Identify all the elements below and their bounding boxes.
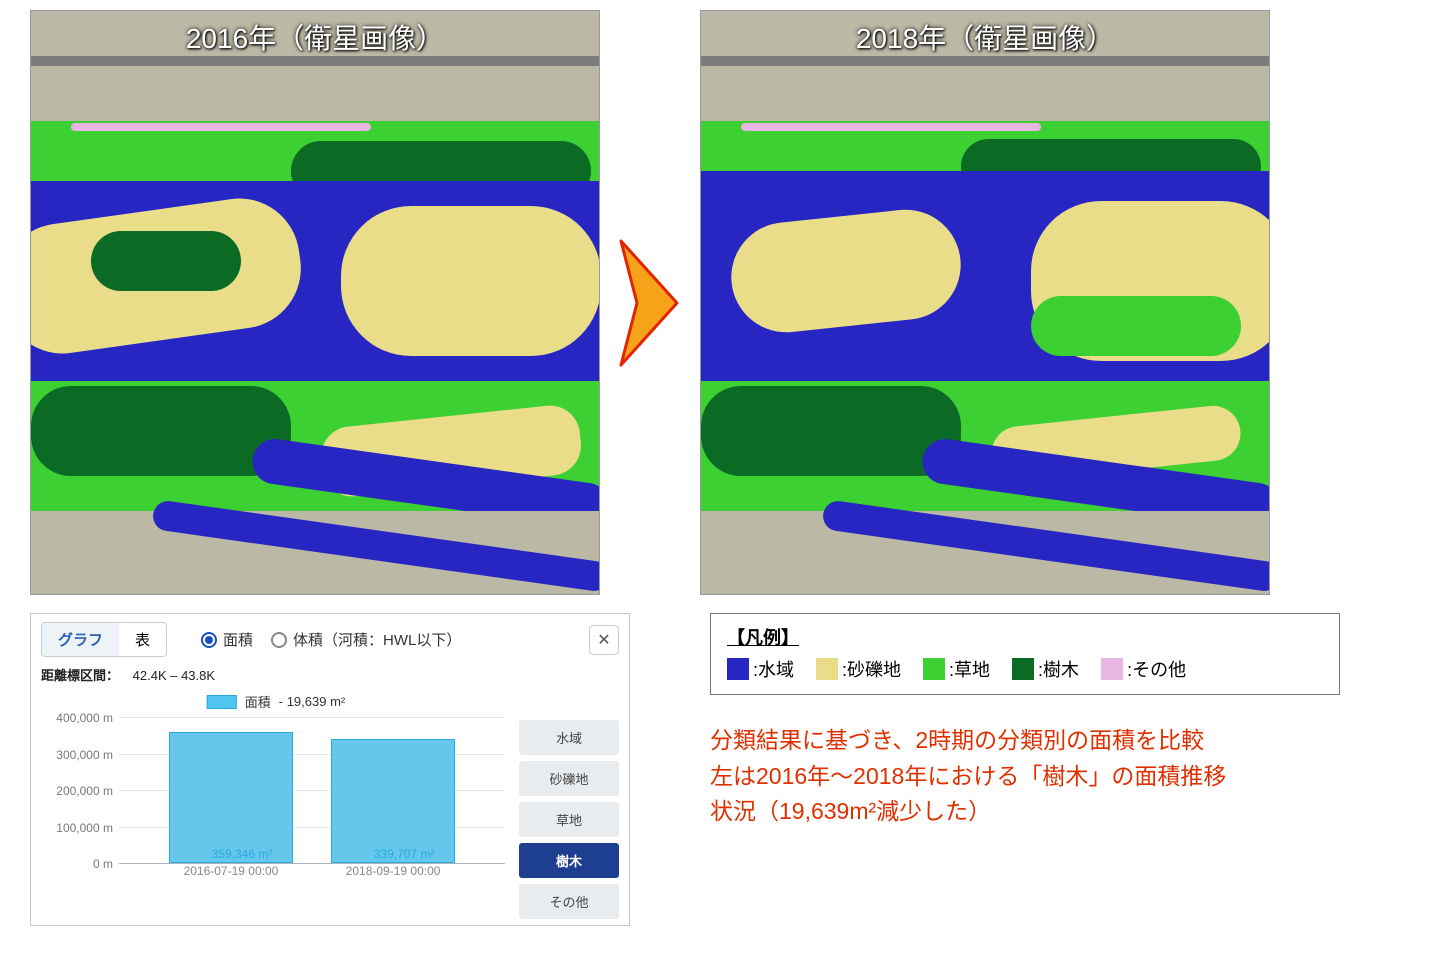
map-left-title: 2016年（衛星画像） [186,17,444,57]
chart-panel: グラフ 表 面積 体積（河積：HWL以下） ✕ 距離標区間： 42.4K – 4… [30,613,630,926]
view-tabs: グラフ 表 [41,622,167,657]
caption-line: 分類結果に基づき、2時期の分類別の面積を比較 [710,723,1410,759]
distance-label: 距離標区間： [41,668,119,683]
bar-label: 359,346 m² [212,847,273,861]
legend-water: :水域 [727,656,794,682]
map-right-title: 2018年（衛星画像） [856,17,1114,57]
tab-table[interactable]: 表 [119,623,166,656]
close-icon: ✕ [597,630,610,650]
swatch-trees-icon [1012,658,1034,680]
metric-radios: 面積 体積（河積：HWL以下） [201,629,461,650]
legend-diff: - 19,639 m² [279,694,345,709]
swatch-grass-icon [923,658,945,680]
right-column: 【凡例】 :水域 :砂礫地 :草地 :樹木 :その他 分類結果に基づき、2時期の… [710,613,1410,830]
legend-gravel: :砂礫地 [816,656,901,682]
close-button[interactable]: ✕ [589,625,619,655]
radio-volume[interactable]: 体積（河積：HWL以下） [271,629,461,650]
chart-wrap: 面積 - 19,639 m² 400,000 m 300,000 m 200,0… [41,692,619,919]
caption-line: 左は2016年～2018年における「樹木」の面積推移 [710,759,1410,795]
bar-label: 339,707 m² [374,847,435,861]
caption: 分類結果に基づき、2時期の分類別の面積を比較 左は2016年～2018年における… [710,723,1410,830]
cat-trees[interactable]: 樹木 [519,843,619,878]
ytick: 300,000 m [56,748,113,762]
chart-area: 面積 - 19,639 m² 400,000 m 300,000 m 200,0… [41,692,511,882]
y-axis: 400,000 m 300,000 m 200,000 m 100,000 m … [41,718,119,864]
legend-other: :その他 [1101,656,1186,682]
panel-toolbar: グラフ 表 面積 体積（河積：HWL以下） ✕ [41,622,619,657]
cat-gravel[interactable]: 砂礫地 [519,761,619,796]
xtick: 2018-09-19 00:00 [346,864,441,878]
legend-metric: 面積 [245,692,271,711]
chart-legend: 面積 - 19,639 m² [207,692,346,711]
distance-value: 42.4K – 43.8K [133,668,215,683]
plot: 359,346 m² 339,707 m² 2016-07-19 00:00 2… [119,718,505,864]
swatch-other-icon [1101,658,1123,680]
cat-water[interactable]: 水域 [519,720,619,755]
xtick: 2016-07-19 00:00 [184,864,279,878]
ytick: 0 m [93,857,113,871]
swatch-water-icon [727,658,749,680]
legend-items: :水域 :砂礫地 :草地 :樹木 :その他 [727,656,1323,682]
cat-grass[interactable]: 草地 [519,802,619,837]
legend-grass: :草地 [923,656,990,682]
map-right-2018: 2018年（衛星画像） [700,10,1270,595]
category-buttons: 水域 砂礫地 草地 樹木 その他 [519,720,619,919]
legend-box: 【凡例】 :水域 :砂礫地 :草地 :樹木 :その他 [710,613,1340,695]
bottom-row: グラフ 表 面積 体積（河積：HWL以下） ✕ 距離標区間： 42.4K – 4… [30,613,1410,926]
tab-graph[interactable]: グラフ [42,623,119,656]
legend-title: 【凡例】 [727,624,1323,650]
legend-trees: :樹木 [1012,656,1079,682]
bar-2016[interactable] [169,732,293,863]
cat-other[interactable]: その他 [519,884,619,919]
maps-row: 2016年（衛星画像） 2018年（衛星画像） [30,10,1410,595]
arrow-icon [610,10,690,595]
legend-swatch-icon [207,695,237,709]
ytick: 200,000 m [56,784,113,798]
ytick: 100,000 m [56,821,113,835]
swatch-gravel-icon [816,658,838,680]
caption-line: 状況（19,639m²減少した） [710,794,1410,830]
distance-row: 距離標区間： 42.4K – 43.8K [41,665,619,684]
radio-area[interactable]: 面積 [201,629,253,650]
bar-2018[interactable] [331,739,455,863]
ytick: 400,000 m [56,711,113,725]
map-left-2016: 2016年（衛星画像） [30,10,600,595]
